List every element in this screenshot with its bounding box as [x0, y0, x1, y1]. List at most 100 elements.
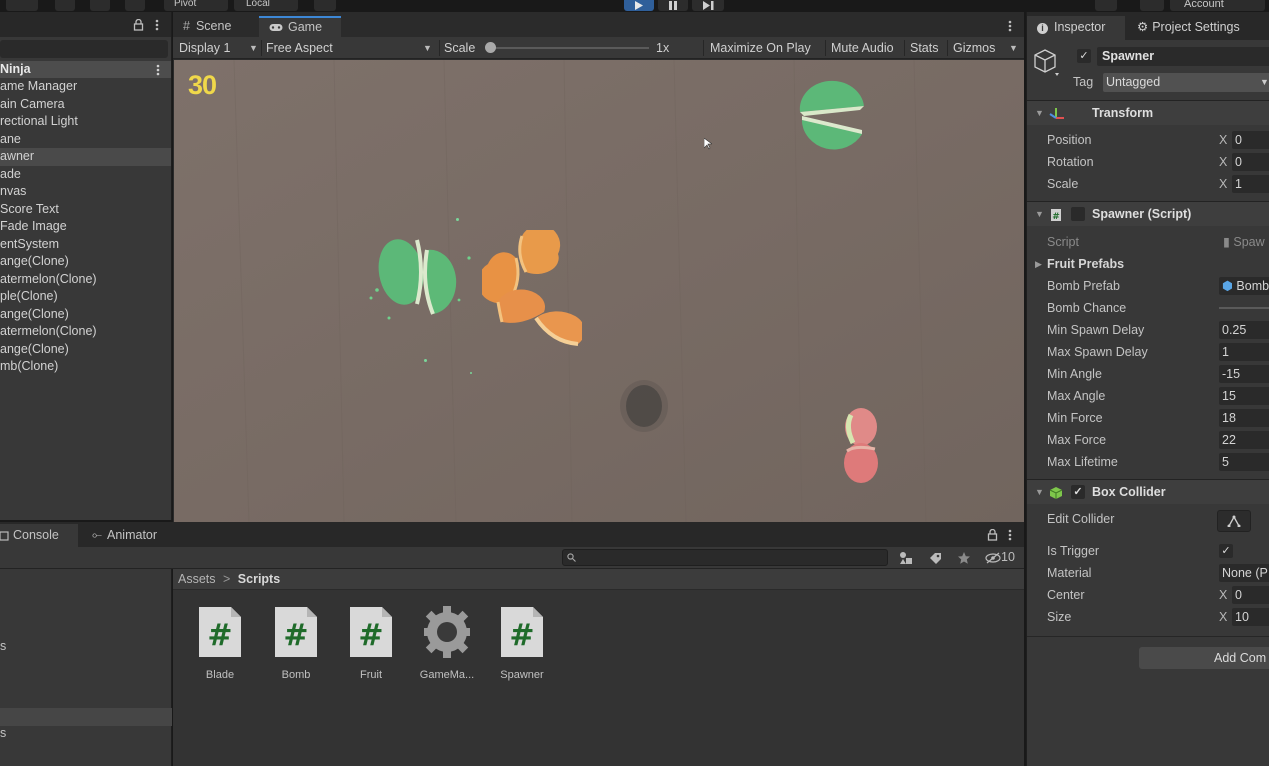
asset-bomb[interactable]: # Bomb	[266, 605, 326, 681]
mute-audio-toggle[interactable]: Mute Audio	[831, 37, 894, 59]
scale-slider-track[interactable]	[489, 47, 649, 49]
stats-toggle[interactable]: Stats	[910, 37, 939, 59]
hierarchy-item[interactable]: ame Manager	[0, 78, 171, 96]
filter-type-icon[interactable]	[899, 551, 913, 565]
game-viewport[interactable]: 30	[174, 60, 1024, 522]
tab-animator[interactable]: ⟜ Animator	[92, 528, 157, 543]
tab-console[interactable]: Console	[0, 524, 78, 547]
tab-inspector[interactable]: i Inspector	[1027, 16, 1125, 40]
add-component-button[interactable]: Add Com	[1139, 647, 1269, 669]
hierarchy-search-input[interactable]	[0, 40, 168, 58]
folder-selected-row[interactable]	[0, 708, 172, 726]
tag-dropdown[interactable]: Untagged ▼	[1103, 73, 1269, 92]
scale-slider-handle[interactable]	[485, 42, 496, 53]
hierarchy-item[interactable]: ade	[0, 166, 171, 184]
hierarchy-item[interactable]: atermelon(Clone)	[0, 323, 171, 341]
pivot-toggle[interactable]: Pivot	[164, 0, 228, 11]
folder-label-fragment[interactable]: s	[0, 639, 6, 653]
hierarchy-item[interactable]: entSystem	[0, 236, 171, 254]
hierarchy-item[interactable]: nvas	[0, 183, 171, 201]
display-dropdown[interactable]: Display 1 ▼	[179, 37, 259, 59]
rect-tool-button[interactable]	[22, 0, 38, 11]
gizmos-chevron-icon[interactable]: ▼	[1009, 37, 1018, 59]
cloud-button[interactable]	[1140, 0, 1164, 11]
game-menu-icon[interactable]	[1007, 20, 1013, 32]
material-field[interactable]: None (P	[1219, 564, 1269, 582]
account-dropdown[interactable]: Account	[1170, 0, 1265, 11]
label-icon[interactable]	[928, 551, 942, 565]
hierarchy-item-selected[interactable]: awner	[0, 148, 171, 166]
asset-spawner[interactable]: # Spawner	[492, 605, 552, 681]
scale-x-field[interactable]: 1	[1232, 175, 1269, 193]
is-trigger-checkbox[interactable]: ✓	[1219, 544, 1233, 558]
asset-fruit[interactable]: # Fruit	[341, 605, 401, 681]
custom-tool-button[interactable]	[125, 0, 145, 11]
field-value[interactable]: 18	[1219, 409, 1269, 427]
size-x-field[interactable]: 10	[1232, 608, 1269, 626]
asset-blade[interactable]: # Blade	[190, 605, 250, 681]
axis-x-label: X	[1219, 588, 1228, 602]
move-tool-button[interactable]	[55, 0, 75, 11]
hidden-eye-icon[interactable]	[985, 552, 1001, 564]
field-value[interactable]: 5	[1219, 453, 1269, 471]
hierarchy-item[interactable]: rectional Light	[0, 113, 171, 131]
size-label: Size	[1047, 610, 1072, 624]
center-x-field[interactable]: 0	[1232, 586, 1269, 604]
tab-scene[interactable]: # Scene	[173, 16, 259, 37]
gizmos-toggle[interactable]: Gizmos	[953, 37, 995, 59]
folder-label-fragment[interactable]: s	[0, 726, 6, 740]
breadcrumb-scripts[interactable]: Scripts	[238, 572, 280, 586]
enabled-checkbox[interactable]	[1071, 207, 1085, 221]
field-value[interactable]: 22	[1219, 431, 1269, 449]
lock-icon[interactable]	[133, 19, 144, 31]
more-menu-icon[interactable]	[1007, 529, 1013, 541]
object-name-field[interactable]: Spawner	[1097, 47, 1269, 66]
pause-button[interactable]	[658, 0, 688, 11]
active-checkbox[interactable]: ✓	[1077, 49, 1091, 63]
hierarchy-item[interactable]: ange(Clone)	[0, 306, 171, 324]
hierarchy-item[interactable]: ange(Clone)	[0, 253, 171, 271]
snap-button[interactable]	[314, 0, 336, 11]
bomb-chance-slider[interactable]	[1219, 307, 1269, 309]
hierarchy-item[interactable]: mb(Clone)	[0, 358, 171, 376]
field-value[interactable]: 0.25	[1219, 321, 1269, 339]
play-button[interactable]	[624, 0, 654, 11]
collab-button[interactable]	[1095, 0, 1117, 11]
asset-label: Fruit	[360, 669, 382, 681]
hierarchy-item[interactable]: ain Camera	[0, 96, 171, 114]
fruit-prefabs-row[interactable]: ▶ Fruit Prefabs	[1027, 253, 1269, 275]
field-value[interactable]: 1	[1219, 343, 1269, 361]
spawner-script-header[interactable]: ▼ # Spawner (Script)	[1027, 201, 1269, 226]
field-value[interactable]: -15	[1219, 365, 1269, 383]
position-x-field[interactable]: 0	[1232, 131, 1269, 149]
tab-project-settings[interactable]: ⚙ Project Settings	[1127, 16, 1269, 40]
bomb-prefab-field[interactable]: ⬢ Bomb	[1219, 277, 1269, 295]
project-search-input[interactable]	[562, 549, 888, 566]
enabled-checkbox[interactable]: ✓	[1071, 485, 1085, 499]
tab-game[interactable]: Game	[259, 16, 341, 37]
field-row: Max Spawn Delay 1	[1027, 341, 1269, 363]
star-icon[interactable]	[957, 551, 971, 565]
lock-icon[interactable]	[987, 529, 998, 541]
box-collider-header[interactable]: ▼ ✓ Box Collider	[1027, 479, 1269, 504]
scene-menu-icon[interactable]	[155, 64, 161, 76]
hierarchy-item[interactable]: Fade Image	[0, 218, 171, 236]
transform-tool-button[interactable]	[90, 0, 110, 11]
rotation-x-field[interactable]: 0	[1232, 153, 1269, 171]
aspect-dropdown[interactable]: Free Aspect ▼	[266, 37, 436, 59]
hierarchy-item[interactable]: atermelon(Clone)	[0, 271, 171, 289]
scene-row[interactable]: Ninja	[0, 61, 171, 78]
hierarchy-item[interactable]: Score Text	[0, 201, 171, 219]
step-button[interactable]	[692, 0, 724, 11]
hierarchy-item[interactable]: ple(Clone)	[0, 288, 171, 306]
hierarchy-item[interactable]: ange(Clone)	[0, 341, 171, 359]
maximize-on-play-toggle[interactable]: Maximize On Play	[710, 37, 811, 59]
more-menu-icon[interactable]	[154, 19, 160, 31]
edit-collider-button[interactable]	[1217, 510, 1251, 532]
local-toggle[interactable]: Local	[234, 0, 298, 11]
field-value[interactable]: 15	[1219, 387, 1269, 405]
breadcrumb-assets[interactable]: Assets	[178, 572, 216, 586]
hierarchy-item[interactable]: ane	[0, 131, 171, 149]
transform-header[interactable]: ▼ Transform	[1027, 100, 1269, 125]
asset-gamemanager[interactable]: GameMa...	[417, 605, 477, 681]
